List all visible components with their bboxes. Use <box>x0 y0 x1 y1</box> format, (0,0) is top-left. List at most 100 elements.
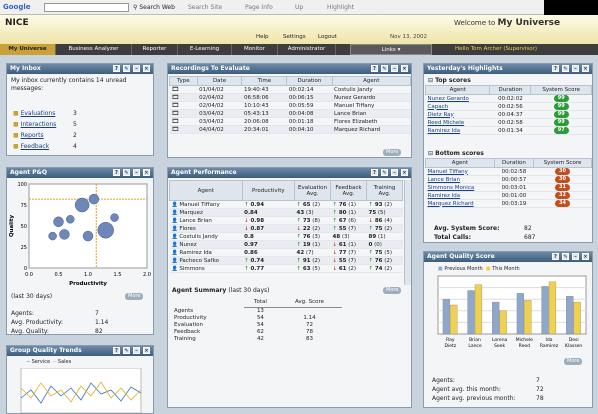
panel-settings-icon[interactable]: ✎ <box>123 169 130 176</box>
page-info-button[interactable]: Page Info <box>245 0 273 15</box>
table-row[interactable]: 🎞 03/04/02 05:43:13 00:04:08 Lance Brian <box>169 109 411 118</box>
table-row[interactable]: 👤 Ramirez Ida 0.86 42 (7) ↓ 77 (7) ↑ 75 (5… <box>169 248 403 257</box>
performance-scrollbar[interactable] <box>404 180 411 285</box>
agent-name-cell[interactable]: 👤 Nunez <box>169 240 243 249</box>
panel-help-icon[interactable]: ? <box>552 253 559 260</box>
table-row[interactable]: Reed Michele 00:02:58 99 <box>425 118 592 127</box>
panel-minimize-icon[interactable]: – <box>391 169 398 176</box>
panel-close-icon[interactable]: × <box>143 169 150 176</box>
column-header[interactable]: Time <box>241 76 288 86</box>
column-header[interactable]: System Score <box>530 85 592 95</box>
pq-more-button[interactable]: More <box>125 293 144 300</box>
column-header[interactable]: Agent <box>425 158 495 168</box>
column-header[interactable]: Duration <box>286 76 333 86</box>
panel-help-icon[interactable]: ? <box>113 347 120 354</box>
table-row[interactable]: 👤 Simmons ↑ 0.77 ↑ 63 (5) ↓ 61 (2) ↑ 74 (2) <box>169 264 403 273</box>
agent-link[interactable]: Reed Michele <box>425 118 490 127</box>
table-row[interactable]: 🎞 02/04/02 06:58:06 00:06:15 Nunez Gerardo <box>169 93 411 102</box>
table-row[interactable]: Lance Brian 00:00:57 30 <box>425 175 592 184</box>
panel-minimize-icon[interactable]: – <box>133 65 140 72</box>
table-row[interactable]: 👤 Marquez 0.84 43 (3) ↑ 80 (1) 75 (5) <box>169 208 403 217</box>
panel-settings-icon[interactable]: ✎ <box>123 65 130 72</box>
agent-name-cell[interactable]: 👤 Flores <box>169 224 243 233</box>
agent-name-cell[interactable]: 👤 Simmons <box>169 264 243 273</box>
table-row[interactable]: Nunez Gerardo 00:02:02 99 <box>425 94 592 103</box>
inbox-item-evaluations[interactable]: ■ Evaluations <box>13 110 55 117</box>
panel-settings-icon[interactable]: ✎ <box>562 65 569 72</box>
panel-minimize-icon[interactable]: – <box>133 347 140 354</box>
nav-administrator[interactable]: Administrator <box>278 44 336 55</box>
panel-help-icon[interactable]: ? <box>113 169 120 176</box>
agent-link[interactable]: Ramirez Ida <box>425 191 495 200</box>
panel-close-icon[interactable]: × <box>582 65 589 72</box>
panel-close-icon[interactable]: × <box>143 347 150 354</box>
highlight-button[interactable]: Highlight <box>327 0 354 15</box>
table-row[interactable]: Marquez Richard 00:03:19 34 <box>425 199 592 208</box>
quality-more-button[interactable]: More <box>564 358 583 365</box>
column-header[interactable]: Agent <box>169 180 243 201</box>
inbox-item-reports[interactable]: ■ Reports <box>13 132 44 139</box>
agent-link[interactable]: Nunez Gerardo <box>425 94 490 103</box>
panel-help-icon[interactable]: ? <box>371 65 378 72</box>
header-link-logout[interactable]: Logout <box>318 34 337 40</box>
column-header[interactable]: Agent <box>331 76 411 86</box>
column-header[interactable]: Duration <box>489 85 532 95</box>
search-web-button[interactable]: ⚲ Search Web <box>133 0 175 15</box>
agent-link[interactable]: Capach <box>425 102 490 111</box>
recording-icon[interactable]: 🎞 <box>169 125 198 134</box>
table-row[interactable]: Ramirez Ida 00:01:00 32 <box>425 191 592 200</box>
agent-link[interactable]: Lance Brian <box>425 175 495 184</box>
recordings-more-button[interactable]: More <box>383 149 402 156</box>
table-row[interactable]: Dietz Ray 00:04:37 99 <box>425 110 592 119</box>
panel-settings-icon[interactable]: ✎ <box>562 253 569 260</box>
panel-close-icon[interactable]: × <box>582 253 589 260</box>
nav-my-universe[interactable]: My Universe <box>0 44 56 55</box>
column-header[interactable]: Evaluation Avg. <box>294 180 331 201</box>
recording-icon[interactable]: 🎞 <box>169 101 198 110</box>
agent-link[interactable]: Dietz Ray <box>425 110 490 119</box>
table-row[interactable]: 🎞 02/04/02 10:10:43 00:05:59 Manuel Tiffany <box>169 101 411 110</box>
column-header[interactable]: Training Avg. <box>366 180 403 201</box>
column-header[interactable]: Productivity <box>241 180 296 201</box>
column-header[interactable]: Feedback Avg. <box>330 180 367 201</box>
agent-link[interactable]: Ramirez Ida <box>425 126 490 135</box>
agent-name-cell[interactable]: 👤 Pacheco Safko <box>169 256 243 265</box>
panel-help-icon[interactable]: ? <box>371 169 378 176</box>
panel-close-icon[interactable]: × <box>401 169 408 176</box>
panel-close-icon[interactable]: × <box>143 65 150 72</box>
agent-name-cell[interactable]: 👤 Manuel Tiffany <box>169 200 243 209</box>
recording-icon[interactable]: 🎞 <box>169 93 198 102</box>
recording-icon[interactable]: 🎞 <box>169 109 198 118</box>
table-row[interactable]: Capach 00:02:56 99 <box>425 102 592 111</box>
table-row[interactable]: 🎞 01/04/02 19:40:43 00:02:14 Costulis Jandy <box>169 85 411 94</box>
panel-minimize-icon[interactable]: – <box>572 253 579 260</box>
panel-help-icon[interactable]: ? <box>113 65 120 72</box>
panel-settings-icon[interactable]: ✎ <box>123 347 130 354</box>
recording-icon[interactable]: 🎞 <box>169 117 198 126</box>
table-row[interactable]: 🎞 03/04/02 20:06:08 00:01:18 Flores Elizabet… <box>169 117 411 126</box>
google-search-input[interactable] <box>44 3 129 12</box>
links-dropdown[interactable]: Links ▾ <box>350 44 432 55</box>
column-header[interactable]: Date <box>196 76 243 86</box>
table-row[interactable]: 👤 Flores ↓ 0.87 ↓ 22 (2) ↑ 55 (7) ↑ 75 (2) <box>169 224 403 233</box>
column-header[interactable]: System Score <box>533 158 592 168</box>
inbox-item-interactions[interactable]: ■ Interactions <box>13 121 56 128</box>
performance-more-button[interactable]: More <box>383 287 402 294</box>
table-row[interactable]: 👤 Costulis Jandy 0.8 ↑ 76 (3) 48 (3) 89 (… <box>169 232 403 241</box>
nav-business-analyzer[interactable]: Business Analyzer <box>56 44 132 55</box>
agent-link[interactable]: Marquez Richard <box>425 199 495 208</box>
panel-help-icon[interactable]: ? <box>552 65 559 72</box>
panel-minimize-icon[interactable]: – <box>133 169 140 176</box>
column-header[interactable]: Type <box>169 76 198 86</box>
top-scores-title[interactable]: ⊟ Top scores <box>428 77 471 84</box>
search-site-button[interactable]: Search Site <box>188 0 222 15</box>
inbox-item-feedback[interactable]: ■ Feedback <box>13 143 49 150</box>
table-row[interactable]: 👤 Lance Brian ↓ 0.98 ↑ 73 (8) ↑ 67 (6) ↓ 86 … <box>169 216 403 225</box>
agent-name-cell[interactable]: 👤 Ramirez Ida <box>169 248 243 257</box>
header-link-settings[interactable]: Settings <box>283 34 306 40</box>
agent-link[interactable]: Simmons Monica <box>425 183 495 192</box>
recording-icon[interactable]: 🎞 <box>169 85 198 94</box>
bottom-scores-title[interactable]: ⊟ Bottom scores <box>428 150 484 157</box>
column-header[interactable]: Agent <box>424 85 491 95</box>
panel-close-icon[interactable]: × <box>401 65 408 72</box>
